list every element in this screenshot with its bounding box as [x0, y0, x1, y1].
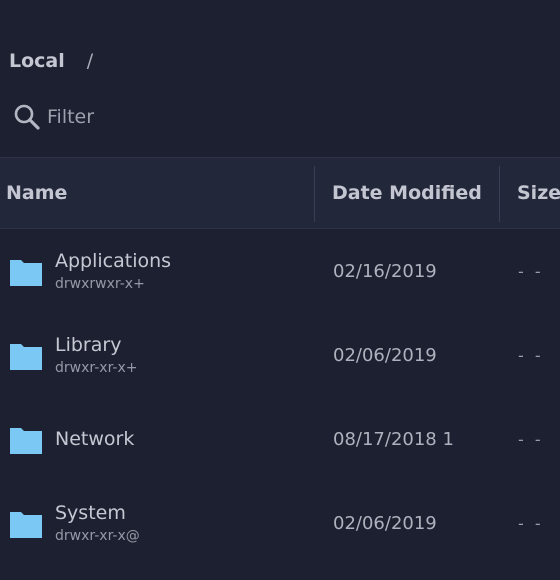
- file-row[interactable]: Network 08/17/2018 1 - -: [0, 397, 560, 481]
- file-name: Network: [55, 428, 135, 450]
- column-divider[interactable]: [499, 166, 500, 222]
- file-date-modified: 08/17/2018 1: [333, 428, 454, 450]
- file-size: - -: [518, 345, 544, 365]
- file-browser: Local / Name Date Modified Size Applicat…: [0, 0, 560, 580]
- file-name: System: [55, 502, 126, 524]
- file-permissions: drwxrwxr-x+: [55, 276, 145, 292]
- file-size: - -: [518, 261, 544, 281]
- file-date-modified: 02/06/2019: [333, 344, 437, 366]
- column-divider[interactable]: [314, 166, 315, 222]
- file-name-block: Library drwxr-xr-x+: [55, 313, 138, 397]
- file-date-modified: 02/06/2019: [333, 512, 437, 534]
- file-permissions: drwxr-xr-x@: [55, 528, 140, 544]
- column-header-name[interactable]: Name: [6, 158, 67, 228]
- folder-icon: [9, 254, 43, 288]
- folder-icon: [9, 506, 43, 540]
- file-name-block: System drwxr-xr-x@: [55, 481, 140, 565]
- filter-input[interactable]: [47, 106, 247, 128]
- file-size: - -: [518, 429, 544, 449]
- file-permissions: drwxr-xr-x+: [55, 360, 138, 376]
- file-size: - -: [518, 513, 544, 533]
- file-date-modified: 02/16/2019: [333, 260, 437, 282]
- file-row[interactable]: Applications drwxrwxr-x+ 02/16/2019 - -: [0, 229, 560, 313]
- file-name: Library: [55, 334, 122, 356]
- breadcrumb-separator: /: [86, 50, 94, 72]
- column-header-size[interactable]: Size: [517, 158, 560, 228]
- folder-icon: [9, 422, 43, 456]
- file-name-block: Network: [55, 397, 134, 481]
- column-header-date-modified[interactable]: Date Modified: [332, 158, 482, 228]
- filter-bar: [12, 101, 247, 133]
- file-row[interactable]: Library drwxr-xr-x+ 02/06/2019 - -: [0, 313, 560, 397]
- file-name-block: Applications drwxrwxr-x+: [55, 229, 171, 313]
- breadcrumb: Local /: [9, 48, 93, 74]
- file-row[interactable]: System drwxr-xr-x@ 02/06/2019 - -: [0, 481, 560, 565]
- table-header: Name Date Modified Size: [0, 157, 560, 229]
- search-icon: [12, 102, 42, 132]
- file-name: Applications: [55, 250, 172, 272]
- folder-icon: [9, 338, 43, 372]
- breadcrumb-local[interactable]: Local: [9, 50, 65, 72]
- file-list: Applications drwxrwxr-x+ 02/16/2019 - - …: [0, 229, 560, 565]
